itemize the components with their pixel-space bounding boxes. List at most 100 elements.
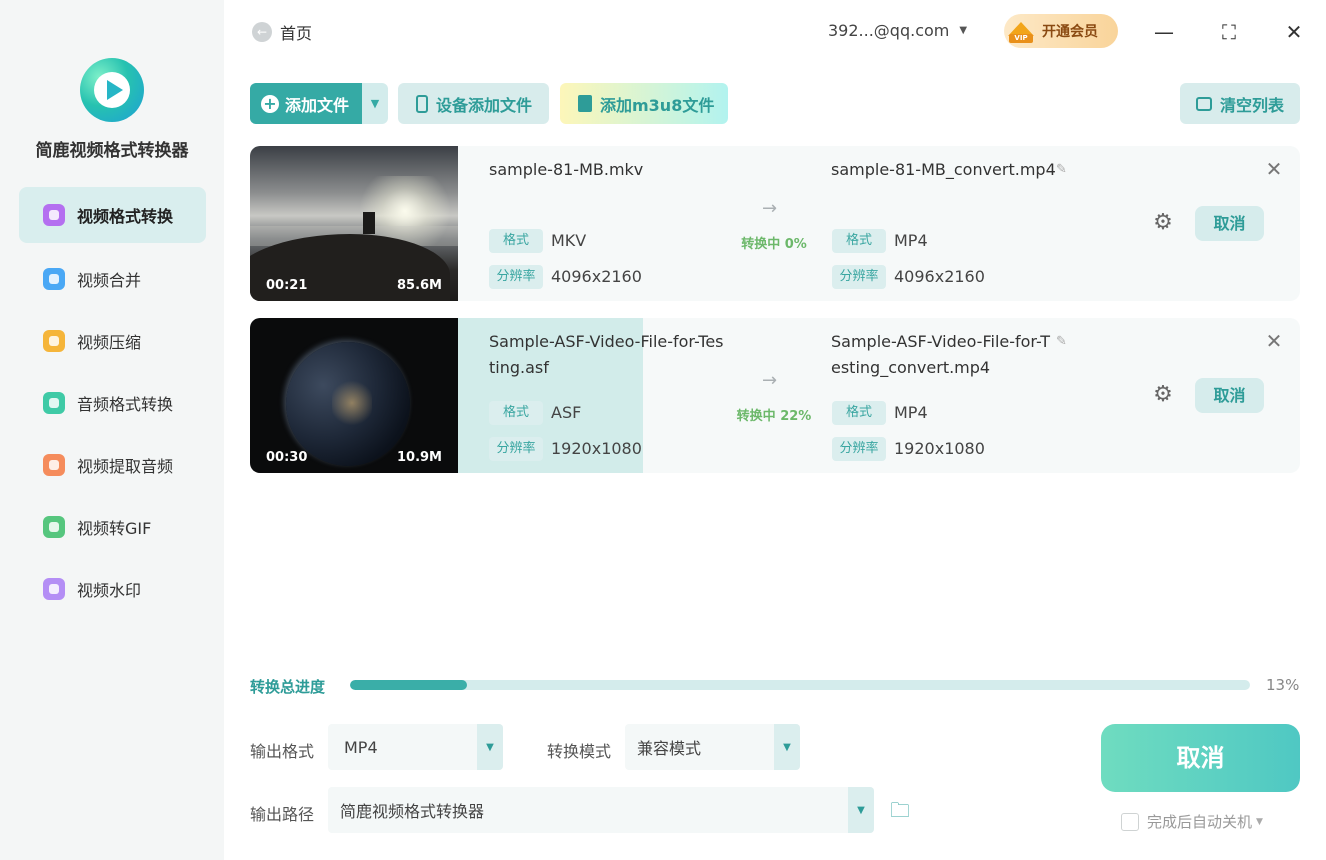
account-email: 392...@qq.com xyxy=(828,21,950,40)
resolution-tag: 分辨率 xyxy=(832,437,886,461)
extract-audio-icon xyxy=(43,454,65,476)
arrow-right-icon: → xyxy=(762,198,778,219)
output-format: MP4 xyxy=(894,231,928,250)
total-progress-bar xyxy=(350,680,1250,690)
conversion-mode-select[interactable]: 兼容模式 ▼ xyxy=(625,724,800,770)
sidebar-item-label: 音频格式转换 xyxy=(77,395,174,414)
sidebar-item-video-to-gif[interactable]: 视频转GIF xyxy=(19,499,206,555)
remove-file-icon[interactable]: ✕ xyxy=(1263,158,1285,180)
resolution-tag: 分辨率 xyxy=(489,437,543,461)
output-format-label: 输出格式 xyxy=(250,742,315,761)
add-file-button[interactable]: + 添加文件 xyxy=(250,83,362,124)
auto-shutdown-option[interactable]: 完成后自动关机 ▼ xyxy=(1121,811,1263,832)
sidebar-item-video-watermark[interactable]: 视频水印 xyxy=(19,561,206,617)
source-resolution: 1920x1080 xyxy=(551,439,642,458)
video-thumbnail[interactable]: 00:21 85.6M xyxy=(250,146,458,301)
cancel-file-button[interactable]: 取消 xyxy=(1195,206,1264,241)
watermark-icon xyxy=(43,578,65,600)
output-file-name: Sample-ASF-Video-File-for-Testing_conver… xyxy=(831,332,1051,377)
vip-badge: VIP xyxy=(1009,34,1033,43)
minimize-button[interactable]: — xyxy=(1150,18,1178,46)
sidebar-item-video-format-convert[interactable]: 视频格式转换 xyxy=(19,187,206,243)
remove-file-icon[interactable]: ✕ xyxy=(1263,330,1285,352)
add-file-button-group: + 添加文件 ▼ xyxy=(250,83,388,124)
output-file-name: sample-81-MB_convert.mp4 xyxy=(831,160,1056,179)
video-duration: 00:30 xyxy=(266,450,308,465)
output-format: MP4 xyxy=(894,403,928,422)
settings-gear-icon[interactable]: ⚙ xyxy=(1150,210,1176,236)
crown-icon: VIP xyxy=(1006,16,1036,46)
arrow-right-icon: → xyxy=(762,370,778,391)
auto-shutdown-label: 完成后自动关机 xyxy=(1147,813,1253,831)
source-file-name: sample-81-MB.mkv xyxy=(489,160,644,179)
app-logo xyxy=(80,58,144,122)
device-add-file-button[interactable]: 设备添加文件 xyxy=(398,83,549,124)
file-icon xyxy=(578,95,592,112)
convert-icon xyxy=(43,204,65,226)
format-tag: 格式 xyxy=(489,229,543,253)
output-format-select[interactable]: MP4 ▼ xyxy=(328,724,503,770)
conversion-status: 转换中 0% xyxy=(741,237,807,252)
chevron-down-icon: ▼ xyxy=(477,724,503,770)
sidebar: 简鹿视频格式转换器 视频格式转换 视频合并 视频压缩 音频格式转换 视频提取音频… xyxy=(0,0,224,860)
format-tag: 格式 xyxy=(832,401,886,425)
edit-icon[interactable]: ✎ xyxy=(1056,162,1070,177)
add-m3u8-button[interactable]: 添加m3u8文件 xyxy=(560,83,728,124)
sidebar-item-label: 视频压缩 xyxy=(77,333,142,352)
video-duration: 00:21 xyxy=(266,278,308,293)
folder-icon[interactable]: 🗀 xyxy=(888,798,912,822)
sidebar-item-label: 视频提取音频 xyxy=(77,457,174,476)
sidebar-item-label: 视频水印 xyxy=(77,581,142,600)
sidebar-item-extract-audio[interactable]: 视频提取音频 xyxy=(19,437,206,493)
chevron-down-icon: ▼ xyxy=(774,724,800,770)
video-size: 85.6M xyxy=(396,278,442,293)
source-file-name: Sample-ASF-Video-File-for-Testing.asf xyxy=(489,332,724,377)
total-progress-label: 转换总进度 xyxy=(250,678,326,696)
add-file-dropdown[interactable]: ▼ xyxy=(362,97,388,110)
caret-down-icon: ▼ xyxy=(959,25,968,36)
resolution-tag: 分辨率 xyxy=(832,265,886,289)
device-add-label: 设备添加文件 xyxy=(436,95,533,115)
add-file-label: 添加文件 xyxy=(285,95,350,115)
add-m3u8-label: 添加m3u8文件 xyxy=(600,95,715,115)
video-thumbnail[interactable]: 00:30 10.9M xyxy=(250,318,458,473)
auto-shutdown-checkbox[interactable] xyxy=(1121,812,1139,831)
vip-label: 开通会员 xyxy=(1042,24,1098,40)
total-progress-fill xyxy=(350,680,467,690)
sidebar-item-label: 视频合并 xyxy=(77,271,142,290)
music-icon xyxy=(43,392,65,414)
maximize-button[interactable]: ⛶ xyxy=(1215,18,1243,46)
home-link[interactable]: ← 首页 xyxy=(252,20,312,44)
edit-icon[interactable]: ✎ xyxy=(1056,334,1070,349)
resolution-tag: 分辨率 xyxy=(489,265,543,289)
video-size: 10.9M xyxy=(396,450,442,465)
source-format: ASF xyxy=(551,403,582,422)
cancel-file-button[interactable]: 取消 xyxy=(1195,378,1264,413)
source-resolution: 4096x2160 xyxy=(551,267,642,286)
total-progress-percent: 13% xyxy=(1266,676,1300,694)
source-format: MKV xyxy=(551,231,587,250)
cancel-all-button[interactable]: 取消 xyxy=(1101,724,1300,792)
output-path-value: 简鹿视频格式转换器 xyxy=(340,802,485,821)
close-window-button[interactable]: ✕ xyxy=(1280,18,1308,46)
format-tag: 格式 xyxy=(832,229,886,253)
vip-button[interactable]: VIP 开通会员 xyxy=(1004,14,1118,48)
conversion-mode-label: 转换模式 xyxy=(547,742,612,761)
conversion-mode-value: 兼容模式 xyxy=(637,739,702,758)
clear-list-button[interactable]: 清空列表 xyxy=(1180,83,1300,124)
output-path-select[interactable]: 简鹿视频格式转换器 ▼ xyxy=(328,787,874,833)
sidebar-item-audio-format-convert[interactable]: 音频格式转换 xyxy=(19,375,206,431)
output-path-label: 输出路径 xyxy=(250,805,315,824)
app-name: 简鹿视频格式转换器 xyxy=(35,141,189,161)
home-label: 首页 xyxy=(280,24,313,43)
file-card: 00:30 10.9M Sample-ASF-Video-File-for-Te… xyxy=(250,318,1300,473)
sidebar-item-video-merge[interactable]: 视频合并 xyxy=(19,251,206,307)
sidebar-item-video-compress[interactable]: 视频压缩 xyxy=(19,313,206,369)
settings-gear-icon[interactable]: ⚙ xyxy=(1150,382,1176,408)
broom-icon xyxy=(1195,96,1212,111)
output-resolution: 1920x1080 xyxy=(894,439,985,458)
sidebar-item-label: 视频转GIF xyxy=(77,519,152,538)
caret-down-icon[interactable]: ▼ xyxy=(1256,817,1263,827)
account-menu[interactable]: 392...@qq.com ▼ xyxy=(828,21,967,40)
back-arrow-icon: ← xyxy=(252,22,272,42)
